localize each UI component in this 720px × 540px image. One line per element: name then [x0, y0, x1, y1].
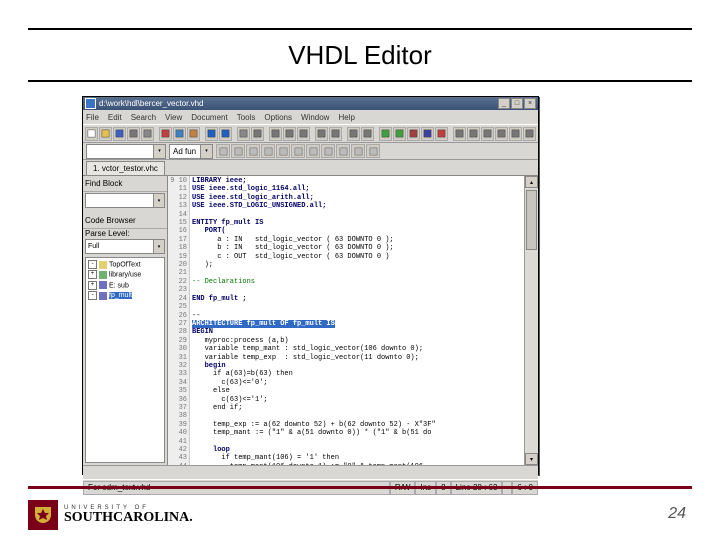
- sim-button[interactable]: [421, 127, 434, 141]
- scroll-up-button[interactable]: ▴: [525, 176, 538, 188]
- university-logo: UNIVERSITY OF SOUTHCAROLINA.: [28, 500, 193, 530]
- menu-document[interactable]: Document: [191, 113, 227, 122]
- cut-button[interactable]: [159, 127, 172, 141]
- new-button[interactable]: [85, 127, 98, 141]
- entity-combo[interactable]: Ad fun▾: [169, 144, 213, 159]
- indent-r-button[interactable]: [361, 127, 374, 141]
- titlebar[interactable]: d:\work\hdl\bercer_vector.vhd _ □ ×: [83, 97, 538, 110]
- menu-window[interactable]: Window: [301, 113, 329, 122]
- window-icon: [85, 98, 96, 109]
- cfg-button[interactable]: [509, 127, 522, 141]
- print-button[interactable]: [141, 127, 154, 141]
- scroll-down-button[interactable]: ▾: [525, 453, 538, 465]
- tree-button[interactable]: [467, 127, 480, 141]
- menu-view[interactable]: View: [165, 113, 182, 122]
- top-rule: [28, 28, 692, 30]
- fwd-button[interactable]: [297, 127, 310, 141]
- scrollbar-horizontal[interactable]: [83, 465, 538, 479]
- menu-help[interactable]: Help: [338, 113, 354, 122]
- view-button[interactable]: [495, 127, 508, 141]
- scrollbar-vertical[interactable]: ▴ ▾: [524, 176, 538, 465]
- copy-button[interactable]: [173, 127, 186, 141]
- subtitle-rule: [28, 80, 692, 82]
- menu-file[interactable]: File: [86, 113, 99, 122]
- tab-file[interactable]: 1. vctor_testor.vhc: [86, 161, 165, 175]
- code-area[interactable]: LIBRARY ieee; USE ieee.std_logic_1164.al…: [190, 176, 524, 465]
- logo-crest-icon: [28, 500, 58, 530]
- tb2-b2[interactable]: [231, 144, 245, 158]
- menu-tools[interactable]: Tools: [237, 113, 256, 122]
- tb2-b3[interactable]: [246, 144, 260, 158]
- save-button[interactable]: [113, 127, 126, 141]
- window-title: d:\work\hdl\bercer_vector.vhd: [99, 99, 498, 108]
- code-browser-label: Code Browser: [85, 216, 136, 225]
- toolbar-1: [83, 124, 538, 143]
- save-all-button[interactable]: [127, 127, 140, 141]
- scroll-thumb[interactable]: [526, 190, 537, 250]
- tb2-b8[interactable]: [321, 144, 335, 158]
- bookmark-button[interactable]: [315, 127, 328, 141]
- find-field[interactable]: ▾: [85, 193, 165, 208]
- footer-rule: [28, 486, 692, 489]
- undo-button[interactable]: [205, 127, 218, 141]
- toolbar-2: ▾ Ad fun▾: [83, 143, 538, 160]
- open-button[interactable]: [99, 127, 112, 141]
- paste-button[interactable]: [187, 127, 200, 141]
- marker-button[interactable]: [329, 127, 342, 141]
- indent-l-button[interactable]: [347, 127, 360, 141]
- tb2-b4[interactable]: [261, 144, 275, 158]
- close-button[interactable]: ×: [524, 98, 536, 109]
- tb2-b5[interactable]: [276, 144, 290, 158]
- side-panel: Find Block ▾ Code Browser Parse Level: F…: [83, 176, 168, 465]
- replace-button[interactable]: [251, 127, 264, 141]
- find-block-label: Find Block: [85, 179, 122, 188]
- tree-item[interactable]: -fp_mult: [88, 291, 162, 301]
- find-button[interactable]: [237, 127, 250, 141]
- combo-1[interactable]: ▾: [86, 144, 166, 159]
- logo-line2: SOUTHCAROLINA.: [64, 511, 193, 525]
- back-button[interactable]: [283, 127, 296, 141]
- tb2-b7[interactable]: [306, 144, 320, 158]
- menu-edit[interactable]: Edit: [108, 113, 122, 122]
- module-button[interactable]: [481, 127, 494, 141]
- redo-button[interactable]: [219, 127, 232, 141]
- stop-button[interactable]: [435, 127, 448, 141]
- code-tree[interactable]: -TopOfText+library/use+E: sub-fp_mult: [85, 257, 165, 463]
- build-button[interactable]: [379, 127, 392, 141]
- menu-search[interactable]: Search: [131, 113, 156, 122]
- document-tabs: 1. vctor_testor.vhc: [83, 160, 538, 176]
- tb2-b6[interactable]: [291, 144, 305, 158]
- tree-item[interactable]: +library/use: [88, 270, 162, 280]
- menu-options[interactable]: Options: [264, 113, 292, 122]
- tb2-b11[interactable]: [366, 144, 380, 158]
- page-number: 24: [668, 505, 686, 523]
- help-button[interactable]: [453, 127, 466, 141]
- code-editor[interactable]: 9 10 11 12 13 14 15 16 17 18 19 20 21 22…: [168, 176, 538, 465]
- parse-level-combo[interactable]: Full▾: [85, 239, 165, 254]
- maximize-button[interactable]: □: [511, 98, 523, 109]
- line-gutter: 9 10 11 12 13 14 15 16 17 18 19 20 21 22…: [168, 176, 190, 465]
- tree-item[interactable]: -TopOfText: [88, 260, 162, 270]
- tb2-b9[interactable]: [336, 144, 350, 158]
- run-button[interactable]: [393, 127, 406, 141]
- parse-level-label: Parse Level:: [85, 229, 129, 238]
- slide-title: VHDL Editor: [0, 40, 720, 71]
- tb2-b1[interactable]: [216, 144, 230, 158]
- cfg2-button[interactable]: [523, 127, 536, 141]
- tb2-b10[interactable]: [351, 144, 365, 158]
- compile-button[interactable]: [407, 127, 420, 141]
- minimize-button[interactable]: _: [498, 98, 510, 109]
- tree-item[interactable]: +E: sub: [88, 281, 162, 291]
- menu-bar: File Edit Search View Document Tools Options Wi…: [83, 110, 538, 124]
- reload-button[interactable]: [269, 127, 282, 141]
- editor-window: d:\work\hdl\bercer_vector.vhd _ □ × File…: [82, 96, 539, 475]
